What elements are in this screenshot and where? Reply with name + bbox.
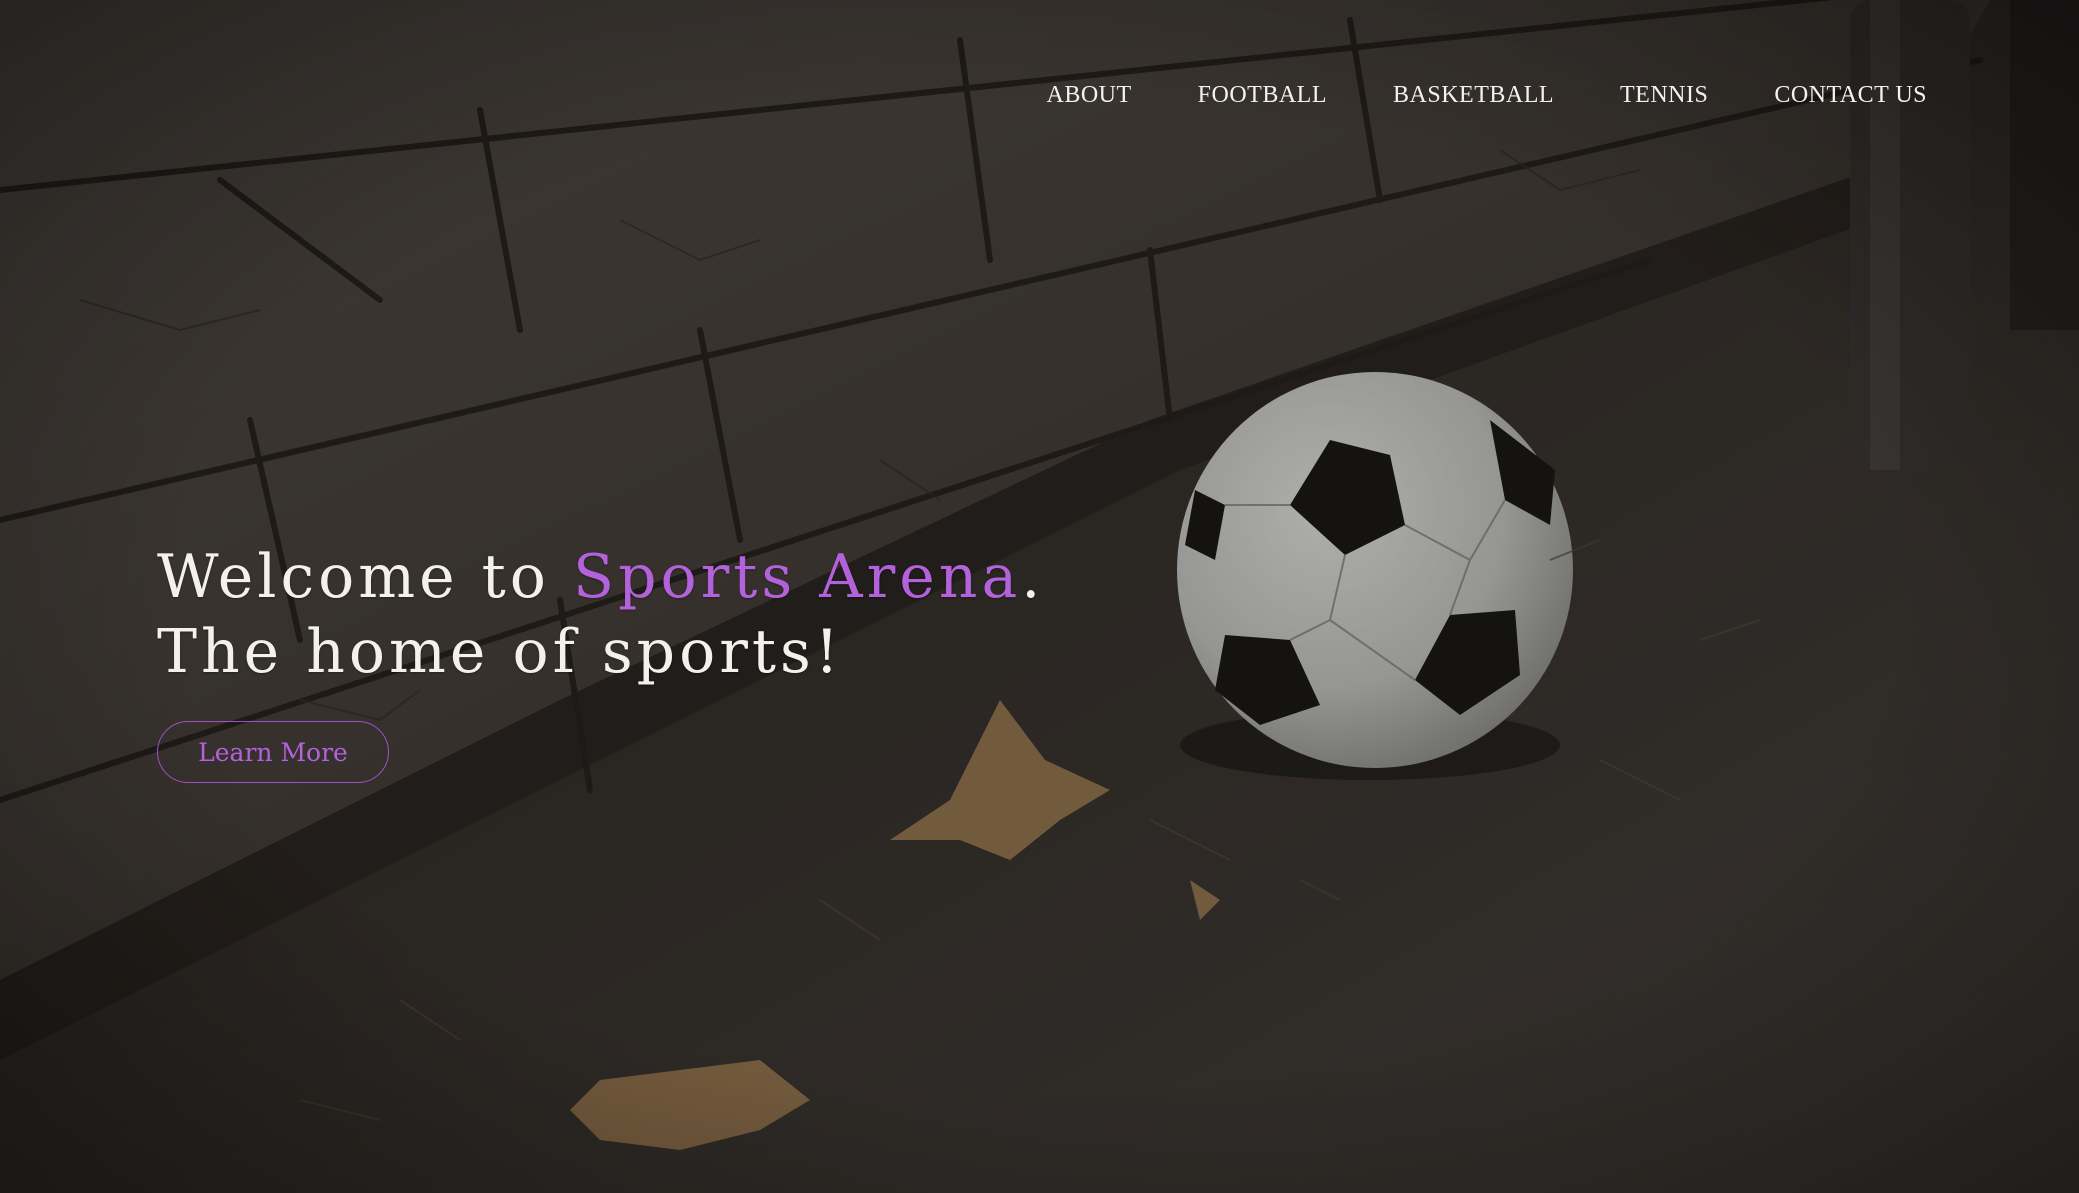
headline-line-1: Welcome to Sports Arena. [157,540,1044,615]
hero-headline: Welcome to Sports Arena. The home of spo… [157,540,1044,690]
nav-link-football[interactable]: FOOTBALL [1198,82,1327,109]
nav-link-contact-us[interactable]: CONTACT US [1774,82,1927,109]
headline-suffix: . [1021,542,1045,612]
nav-link-about[interactable]: ABOUT [1047,82,1132,109]
headline-line-2: The home of sports! [157,617,843,687]
nav-link-tennis[interactable]: TENNIS [1620,82,1708,109]
learn-more-button[interactable]: Learn More [157,721,389,783]
headline-prefix: Welcome to [157,542,573,612]
landing-page: ABOUT FOOTBALL BASKETBALL TENNIS CONTACT… [0,0,2079,1193]
brand-name: Sports Arena [572,542,1022,612]
nav-link-basketball[interactable]: BASKETBALL [1393,82,1554,109]
main-nav: ABOUT FOOTBALL BASKETBALL TENNIS CONTACT… [1047,82,1928,109]
